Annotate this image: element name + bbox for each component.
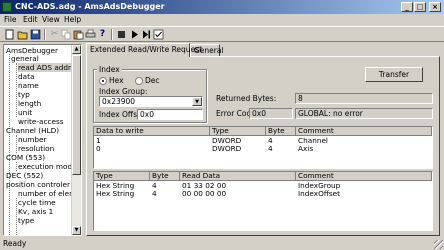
index-group-label: Index (97, 65, 122, 74)
dec-label: Dec (145, 76, 160, 85)
tree-item[interactable]: position controler (6, 180, 70, 189)
tree-item[interactable]: COM (553) (6, 153, 45, 162)
tree-item[interactable]: resolution (18, 144, 54, 153)
app-window: CNC-ADS.adg - AmsAdsDebugger _ □ × File … (0, 0, 444, 250)
title-bar[interactable]: CNC-ADS.adg - AmsAdsDebugger _ □ × (0, 0, 444, 14)
cut-icon[interactable]: ✂ (49, 29, 60, 40)
column-header[interactable]: Type (210, 127, 266, 136)
tree-item[interactable]: execution mode (18, 162, 77, 171)
paste-icon[interactable] (73, 29, 84, 40)
tree-item[interactable]: typ (18, 90, 30, 99)
new-file-icon[interactable] (4, 29, 15, 40)
tab-extended-read-write[interactable]: Extended Read/Write Request (86, 43, 202, 57)
column-header[interactable]: Comment (296, 127, 432, 136)
table-cell[interactable]: DWORD (210, 145, 241, 153)
error-code-field: 0x0 (249, 108, 293, 119)
tree-scrollbar[interactable]: ▲ ▼ (71, 45, 81, 235)
resize-grip-icon[interactable] (434, 240, 443, 249)
menu-help[interactable]: Help (64, 14, 81, 25)
error-text-value: GLOBAL: no error (298, 109, 363, 118)
error-code-value: 0x0 (252, 109, 266, 118)
table-cell[interactable]: 00 00 00 00 (180, 190, 226, 198)
error-text-field: GLOBAL: no error (295, 108, 433, 119)
column-header[interactable]: Byte (150, 172, 180, 181)
open-folder-icon[interactable] (17, 29, 28, 40)
status-bar: Ready (0, 238, 444, 250)
tree-item[interactable]: write-access (18, 117, 64, 126)
tree-item[interactable]: unit (18, 108, 32, 117)
menu-file[interactable]: File (4, 14, 17, 25)
returned-bytes-field: 8 (295, 93, 433, 104)
toolbar: ✂ ? (0, 26, 444, 42)
tree-item[interactable]: type (18, 216, 34, 225)
column-header[interactable]: Type (94, 172, 150, 181)
index-group-value: 0x23900 (102, 97, 136, 106)
table-cell[interactable]: Hex String (94, 190, 134, 198)
write-data-table[interactable]: Data to write Type Byte Comment 1 DWORD … (93, 126, 433, 169)
table-cell[interactable]: 4 (266, 145, 273, 153)
read-data-table[interactable]: Type Byte Read Data Comment Hex String 4… (93, 171, 433, 231)
transfer-button[interactable]: Transfer (365, 67, 423, 82)
minimize-button[interactable]: _ (401, 2, 413, 12)
menu-edit[interactable]: Edit (23, 14, 38, 25)
table-cell[interactable]: 0 (94, 145, 101, 153)
hex-label: Hex (109, 76, 124, 85)
tree-item[interactable]: Channel (HLD) (6, 126, 59, 135)
run-icon[interactable] (129, 29, 140, 40)
maximize-button[interactable]: □ (414, 2, 426, 12)
tree-item[interactable]: DEC (552) (6, 171, 43, 180)
column-header[interactable]: Data to write (94, 127, 210, 136)
returned-bytes-label: Returned Bytes: (216, 94, 277, 103)
tree-view[interactable]: AmsDebugger general read ADS address dat… (3, 44, 82, 236)
window-title: CNC-ADS.adg - AmsAdsDebugger (15, 2, 165, 11)
tree-item[interactable]: Kv, axis 1 (18, 207, 53, 216)
tree-item[interactable]: name (18, 81, 39, 90)
index-group-caption: Index Group: (99, 87, 148, 96)
table-cell[interactable]: Axis (296, 145, 313, 153)
returned-bytes-value: 8 (298, 94, 303, 103)
tree-item[interactable]: data (18, 72, 34, 81)
chevron-down-icon[interactable]: ▼ (192, 97, 202, 106)
tree-item[interactable]: cycle time (18, 198, 56, 207)
save-icon[interactable] (30, 29, 41, 40)
menu-bar: File Edit View Help (0, 14, 444, 25)
tab-panel: Index Hex Dec Index Group: 0x23900 ▼ Ind… (86, 56, 440, 236)
scroll-up-icon[interactable]: ▲ (72, 45, 81, 54)
close-button[interactable]: × (429, 2, 441, 12)
column-header[interactable]: Byte (266, 127, 296, 136)
tree-item[interactable]: length (18, 99, 41, 108)
app-icon[interactable] (2, 2, 12, 12)
checklist-icon[interactable] (153, 29, 164, 40)
help-icon[interactable]: ? (97, 29, 108, 40)
copy-icon[interactable] (61, 29, 72, 40)
status-text: Ready (3, 239, 27, 248)
menu-view[interactable]: View (42, 14, 60, 25)
step-icon[interactable] (141, 29, 152, 40)
tree-item[interactable]: general (11, 54, 39, 63)
hex-radio[interactable] (99, 77, 107, 85)
column-header[interactable]: Comment (296, 172, 432, 181)
index-offset-value: 0x0 (140, 110, 154, 119)
table-cell[interactable]: IndexOffset (296, 190, 340, 198)
print-icon[interactable] (85, 29, 96, 40)
scroll-down-icon[interactable]: ▼ (72, 226, 81, 235)
stop-icon[interactable] (116, 29, 127, 40)
tree-item[interactable]: number (18, 135, 46, 144)
index-group-combo[interactable]: 0x23900 ▼ (99, 96, 203, 107)
scroll-thumb[interactable] (72, 55, 81, 175)
column-header[interactable]: Read Data (180, 172, 296, 181)
index-offset-field[interactable]: 0x0 (137, 109, 203, 120)
dec-radio[interactable] (135, 77, 143, 85)
table-cell[interactable]: 4 (150, 190, 157, 198)
